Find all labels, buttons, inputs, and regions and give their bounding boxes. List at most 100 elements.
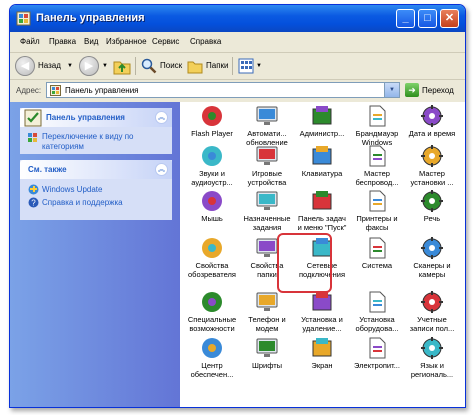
admin-tools-icon (312, 106, 332, 125)
folders-label[interactable]: Папки (206, 61, 229, 70)
internet-options-icon (202, 238, 222, 258)
control-panel-window: Панель управления _ □ ✕ Файл Правка Вид … (9, 4, 466, 408)
sound-icon (202, 146, 222, 166)
cp-item-label: Flash Player (191, 129, 233, 138)
cp-item[interactable]: Игровые устройства (241, 144, 293, 190)
printer-icon (369, 190, 386, 212)
cp-item-label: Принтеры и факсы (356, 214, 398, 232)
forward-icon[interactable]: ▶ (79, 56, 99, 76)
cp-item[interactable]: Звуки и аудиоустр... (186, 144, 238, 190)
cp-item[interactable]: Язык и региональ... (406, 336, 458, 382)
cp-item[interactable]: Система (351, 236, 403, 282)
cp-item[interactable]: Мастер беспровод... (351, 144, 403, 190)
go-button[interactable]: Переход (422, 86, 454, 95)
cp-item-label: Шрифты (251, 361, 283, 370)
add-remove-icon (312, 292, 332, 311)
address-value: Панель управления (65, 86, 139, 95)
cp-item[interactable]: Назначенные задания (241, 189, 293, 235)
back-icon[interactable]: ◀ (15, 56, 35, 76)
address-dropdown-icon[interactable]: ▼ (384, 83, 399, 97)
cp-item[interactable]: Центр обеспечен... (186, 336, 238, 382)
cp-item[interactable]: Принтеры и факсы (351, 189, 403, 235)
control-panel-icon (24, 109, 42, 127)
cp-item[interactable]: Речь (406, 189, 458, 235)
back-dropdown-icon[interactable]: ▼ (67, 63, 73, 69)
back-label[interactable]: Назад (38, 61, 61, 70)
cp-item[interactable]: Экран (296, 336, 348, 382)
wireless-wizard-icon (369, 145, 386, 167)
views-dropdown-icon[interactable]: ▼ (256, 63, 262, 69)
cp-item[interactable]: Установка и удаление... (296, 290, 348, 336)
help-support-link[interactable]: Справка и поддержка (42, 198, 123, 207)
auto-update-icon (256, 106, 278, 125)
windows-update-link[interactable]: Windows Update (42, 185, 102, 194)
cp-item-label: Администр... (299, 129, 345, 138)
minimize-button[interactable]: _ (396, 9, 415, 28)
cp-item[interactable]: Мышь (186, 189, 238, 235)
address-label: Адрес: (16, 86, 42, 95)
help-icon: ? (28, 197, 39, 208)
cp-item-label: Учетные записи пол... (409, 315, 455, 333)
cp-item[interactable]: Мастер установки ... (406, 144, 458, 190)
game-controller-icon (256, 146, 278, 165)
maximize-button[interactable]: □ (418, 9, 437, 28)
menu-tools[interactable]: Сервис (152, 37, 179, 46)
toolbar: ◀ Назад ▼ ▶ ▼ Поиск Папки ▼ (10, 53, 465, 80)
views-icon[interactable] (238, 58, 254, 74)
cp-item-label: Система (361, 261, 393, 270)
address-bar: Адрес: Панель управления ▼ ➜ Переход (10, 80, 465, 101)
window-title: Панель управления (36, 12, 145, 24)
cp-item-label: Сканеры и камеры (413, 261, 451, 279)
menu-file[interactable]: Файл (20, 37, 40, 46)
menu-favorites[interactable]: Избранное (106, 37, 147, 46)
cp-item-label: Назначенные задания (243, 214, 291, 232)
toolbar-separator (135, 57, 136, 75)
section-header[interactable]: Панель управления ︽ (20, 108, 172, 127)
cp-item[interactable]: Свойства обозревателя (186, 236, 238, 282)
cp-item[interactable]: Шрифты (241, 336, 293, 382)
cp-item-label: Мастер установки ... (410, 169, 454, 187)
cp-item-label: Установка и удаление... (301, 315, 343, 333)
menu-edit[interactable]: Правка (49, 37, 76, 46)
title-bar[interactable]: Панель управления _ □ ✕ (10, 5, 465, 32)
regional-icon (421, 337, 443, 359)
forward-dropdown-icon[interactable]: ▼ (102, 63, 108, 69)
menu-view[interactable]: Вид (84, 37, 98, 46)
section-header[interactable]: См. также ︽ (20, 160, 172, 179)
mouse-icon (202, 191, 222, 211)
cp-item-label: Электропит... (354, 361, 400, 370)
search-label[interactable]: Поиск (160, 61, 182, 70)
search-icon[interactable] (141, 58, 157, 74)
cp-item[interactable]: Учетные записи пол... (406, 290, 458, 336)
keyboard-icon (312, 146, 332, 165)
cp-item-label: Клавиатура (301, 169, 343, 178)
cp-item[interactable]: Установка оборудова... (351, 290, 403, 336)
firewall-icon (369, 105, 386, 127)
category-view-icon (28, 133, 37, 142)
cp-item-label: Специальные возможности (187, 315, 237, 333)
cp-item[interactable]: Клавиатура (296, 144, 348, 190)
cp-item[interactable]: Электропит... (351, 336, 403, 382)
up-folder-icon[interactable] (113, 57, 131, 75)
menu-help[interactable]: Справка (190, 37, 221, 46)
security-center-icon (202, 338, 222, 358)
collapse-icon[interactable]: ︽ (155, 111, 168, 124)
cp-item[interactable]: Панель задач и меню "Пуск" (296, 189, 348, 235)
address-input[interactable]: Панель управления ▼ (46, 82, 400, 98)
switch-to-category-view-link[interactable]: Переключение к виду по категориям (42, 132, 162, 152)
folders-icon[interactable] (187, 58, 203, 74)
scanner-camera-icon (421, 237, 443, 259)
see-also-section: См. также ︽ Windows Update ? Справка и п… (20, 160, 172, 220)
cp-item[interactable]: Телефон и модем (241, 290, 293, 336)
control-panel-section: Панель управления ︽ Переключение к виду … (20, 108, 172, 154)
cp-item-label: Мастер беспровод... (355, 169, 399, 187)
hardware-wizard-icon (421, 145, 443, 167)
cp-item[interactable]: Специальные возможности (186, 290, 238, 336)
go-arrow-icon[interactable]: ➜ (405, 83, 419, 97)
close-button[interactable]: ✕ (440, 9, 459, 28)
collapse-icon[interactable]: ︽ (155, 163, 168, 176)
menu-bar: Файл Правка Вид Избранное Сервис Справка (10, 32, 465, 53)
phone-modem-icon (256, 292, 278, 311)
cp-item[interactable]: Сканеры и камеры (406, 236, 458, 282)
control-panel-icon (16, 11, 31, 26)
